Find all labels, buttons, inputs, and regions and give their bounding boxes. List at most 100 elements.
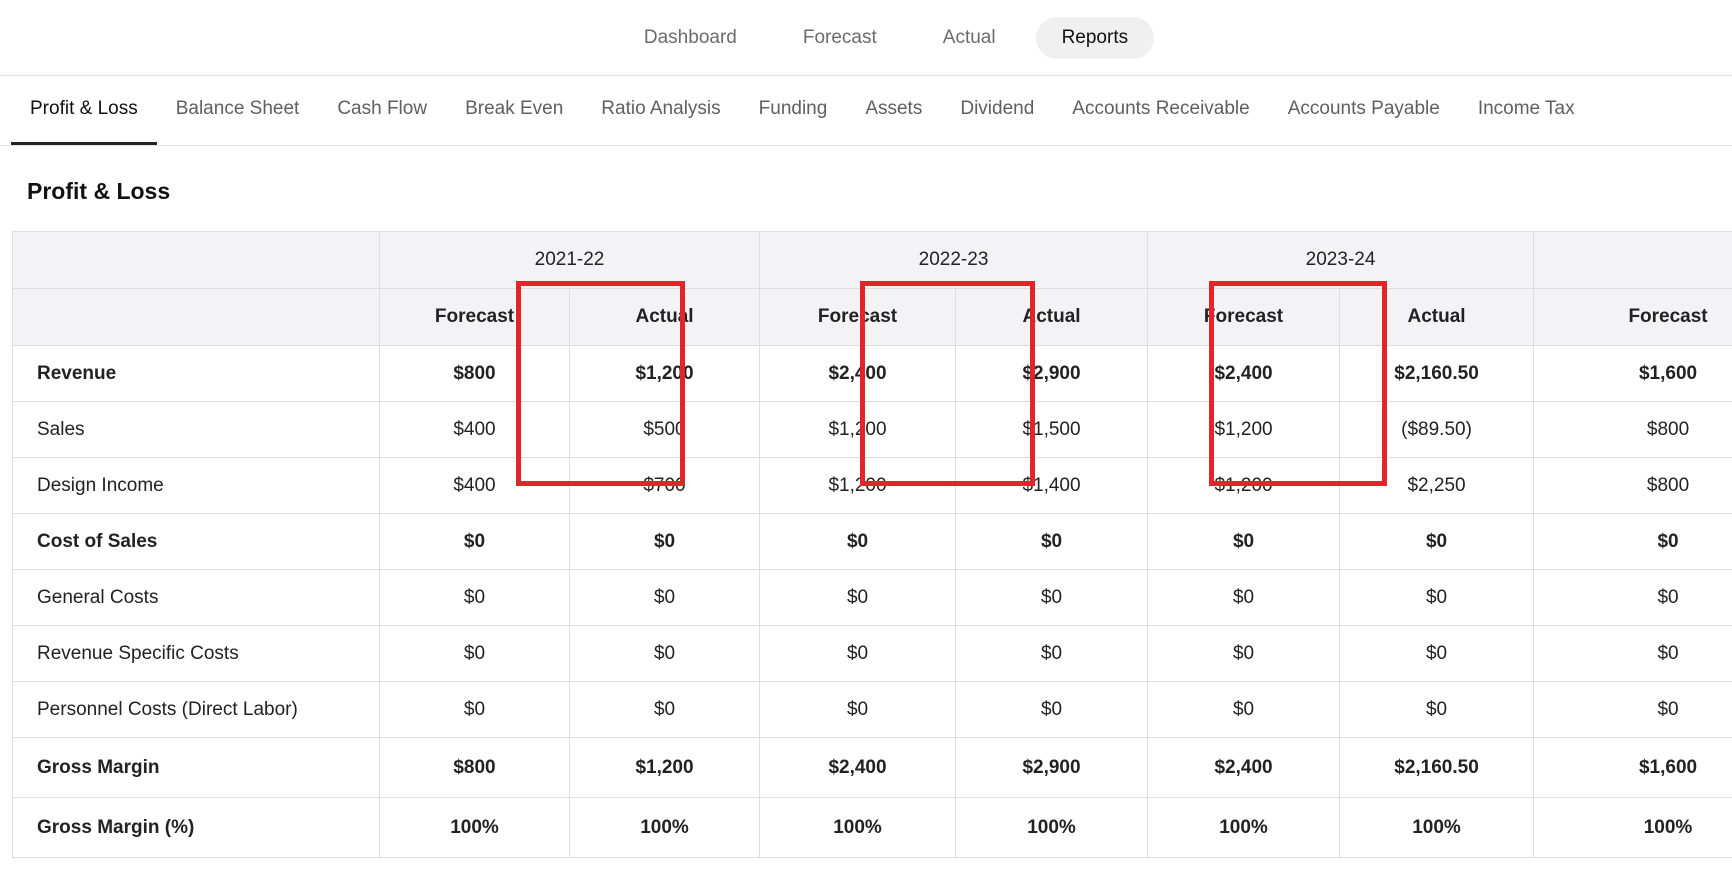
table-cell[interactable]: 100% — [1533, 797, 1732, 858]
table-cell[interactable]: 100% — [379, 797, 570, 858]
table-cell[interactable]: $0 — [379, 625, 570, 682]
table-cell[interactable]: $2,160.50 — [1339, 345, 1535, 402]
table-cell[interactable]: $0 — [1147, 569, 1341, 626]
table-cell[interactable]: $1,200 — [1147, 401, 1341, 458]
table-cell[interactable]: $1,200 — [568, 345, 761, 402]
year-header — [1533, 231, 1732, 289]
table-cell[interactable]: $0 — [1147, 625, 1341, 682]
tab-ratio-analysis[interactable]: Ratio Analysis — [582, 76, 739, 145]
table-cell[interactable]: $0 — [379, 569, 570, 626]
row-label: Cost of Sales — [12, 513, 380, 570]
table-cell[interactable]: 100% — [1339, 797, 1535, 858]
table-cell[interactable]: $0 — [568, 569, 761, 626]
table-cell[interactable]: $2,400 — [759, 737, 957, 798]
table-cell[interactable]: $2,250 — [1339, 457, 1535, 514]
header-corner — [12, 231, 380, 289]
table-cell[interactable]: ($89.50) — [1339, 401, 1535, 458]
table-cell[interactable]: $1,200 — [1147, 457, 1341, 514]
row-label: General Costs — [12, 569, 380, 626]
table-cell[interactable]: $0 — [1533, 681, 1732, 738]
table-cell[interactable]: $2,400 — [1147, 737, 1341, 798]
subheader-forecast: Forecast — [1533, 288, 1732, 346]
tab-accounts-receivable[interactable]: Accounts Receivable — [1053, 76, 1268, 145]
table-cell[interactable]: $0 — [1339, 569, 1535, 626]
top-nav: Dashboard Forecast Actual Reports — [0, 0, 1732, 76]
row-label: Design Income — [12, 457, 380, 514]
nav-dashboard[interactable]: Dashboard — [618, 17, 763, 59]
table-cell[interactable]: 100% — [1147, 797, 1341, 858]
tab-cash-flow[interactable]: Cash Flow — [318, 76, 446, 145]
nav-forecast[interactable]: Forecast — [777, 17, 903, 59]
subheader-forecast: Forecast — [1147, 288, 1341, 346]
row-label: Gross Margin — [12, 737, 380, 798]
tab-dividend[interactable]: Dividend — [941, 76, 1053, 145]
table-cell[interactable]: $0 — [379, 681, 570, 738]
table-row: Revenue Specific Costs $0 $0 $0 $0 $0 $0 $0 — [12, 625, 1732, 682]
table-cell[interactable]: $2,900 — [955, 345, 1149, 402]
table-row: General Costs $0 $0 $0 $0 $0 $0 $0 — [12, 569, 1732, 626]
table-cell[interactable]: $0 — [759, 625, 957, 682]
table-cell[interactable]: $0 — [955, 681, 1149, 738]
table-cell[interactable]: $0 — [955, 569, 1149, 626]
table-row: Revenue $800 $1,200 $2,400 $2,900 $2,400 $2,16… — [12, 345, 1732, 402]
row-label: Gross Margin (%) — [12, 797, 380, 858]
tab-profit-loss[interactable]: Profit & Loss — [11, 76, 157, 145]
profit-loss-table-container[interactable]: 2021-22 2022-23 2023-24 Forecast Actual Fo… — [12, 231, 1732, 859]
table-cell[interactable]: $1,200 — [759, 401, 957, 458]
table-cell[interactable]: 100% — [955, 797, 1149, 858]
table-cell[interactable]: $0 — [759, 569, 957, 626]
nav-actual[interactable]: Actual — [917, 17, 1022, 59]
table-cell[interactable]: $1,200 — [568, 737, 761, 798]
table-cell[interactable]: $2,900 — [955, 737, 1149, 798]
table-cell[interactable]: $0 — [1147, 513, 1341, 570]
tab-balance-sheet[interactable]: Balance Sheet — [157, 76, 319, 145]
subheader-forecast: Forecast — [759, 288, 957, 346]
table-cell[interactable]: $700 — [568, 457, 761, 514]
table-row: Personnel Costs (Direct Labor) $0 $0 $0 $0 $0… — [12, 681, 1732, 738]
table-cell[interactable]: $0 — [759, 513, 957, 570]
table-cell[interactable]: $2,160.50 — [1339, 737, 1535, 798]
table-cell[interactable]: $0 — [379, 513, 570, 570]
tab-assets[interactable]: Assets — [846, 76, 941, 145]
table-cell[interactable]: $800 — [1533, 457, 1732, 514]
table-cell[interactable]: $0 — [955, 513, 1149, 570]
table-cell[interactable]: $0 — [568, 625, 761, 682]
table-cell[interactable]: $800 — [379, 345, 570, 402]
table-cell[interactable]: $0 — [1339, 513, 1535, 570]
table-cell[interactable]: $1,600 — [1533, 737, 1732, 798]
nav-reports[interactable]: Reports — [1035, 16, 1155, 59]
table-row: Sales $400 $500 $1,200 $1,500 $1,200 ($89.50) $… — [12, 401, 1732, 458]
table-cell[interactable]: $1,600 — [1533, 345, 1732, 402]
table-cell[interactable]: $1,500 — [955, 401, 1149, 458]
row-label: Sales — [12, 401, 380, 458]
table-cell[interactable]: $800 — [379, 737, 570, 798]
table-cell[interactable]: $0 — [1147, 681, 1341, 738]
row-label: Personnel Costs (Direct Labor) — [12, 681, 380, 738]
table-cell[interactable]: 100% — [568, 797, 761, 858]
table-cell[interactable]: $0 — [1533, 513, 1732, 570]
year-header: 2022-23 — [759, 231, 1149, 289]
tab-accounts-payable[interactable]: Accounts Payable — [1269, 76, 1459, 145]
tab-income-tax[interactable]: Income Tax — [1459, 76, 1594, 145]
table-cell[interactable]: $500 — [568, 401, 761, 458]
subheader-actual: Actual — [955, 288, 1149, 346]
table-cell[interactable]: $1,200 — [759, 457, 957, 514]
table-cell[interactable]: 100% — [759, 797, 957, 858]
table-cell[interactable]: $0 — [759, 681, 957, 738]
table-cell[interactable]: $0 — [1533, 569, 1732, 626]
table-cell[interactable]: $0 — [568, 513, 761, 570]
table-cell[interactable]: $400 — [379, 457, 570, 514]
table-cell[interactable]: $0 — [1339, 625, 1535, 682]
table-cell[interactable]: $0 — [568, 681, 761, 738]
table-cell[interactable]: $2,400 — [759, 345, 957, 402]
table-cell[interactable]: $2,400 — [1147, 345, 1341, 402]
table-row: Gross Margin $800 $1,200 $2,400 $2,900 $2,400… — [12, 737, 1732, 798]
table-cell[interactable]: $1,400 — [955, 457, 1149, 514]
table-cell[interactable]: $400 — [379, 401, 570, 458]
table-cell[interactable]: $0 — [1339, 681, 1535, 738]
table-cell[interactable]: $0 — [1533, 625, 1732, 682]
tab-funding[interactable]: Funding — [740, 76, 847, 145]
table-cell[interactable]: $800 — [1533, 401, 1732, 458]
tab-break-even[interactable]: Break Even — [446, 76, 582, 145]
table-cell[interactable]: $0 — [955, 625, 1149, 682]
